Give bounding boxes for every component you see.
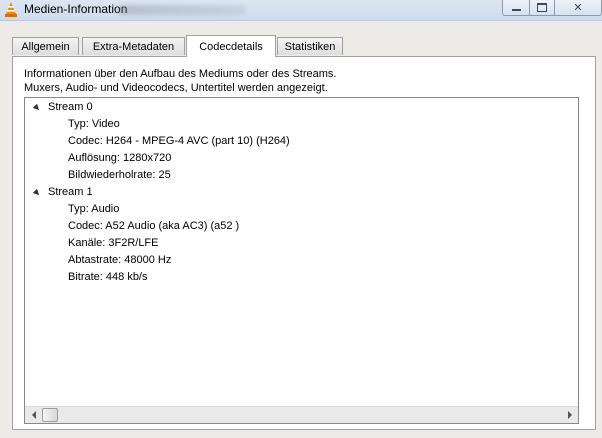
description-line: Informationen über den Aufbau des Medium… — [24, 68, 337, 80]
title-bar: Medien-Information ✕ — [0, 0, 602, 21]
close-icon: ✕ — [573, 1, 583, 14]
tab-label: Allgemein — [21, 40, 70, 53]
tree-item[interactable]: Typ: Audio — [68, 201, 119, 218]
scroll-right-button[interactable] — [561, 407, 578, 423]
description: Informationen über den Aufbau des Medium… — [24, 67, 336, 95]
expand-arrow-icon[interactable] — [32, 188, 42, 198]
scroll-right-icon — [567, 411, 572, 419]
codec-tree[interactable]: Stream 0 Typ: Video Codec: H264 - MPEG-4… — [24, 97, 579, 424]
minimize-button[interactable] — [502, 0, 530, 16]
tree-item[interactable]: Abtastrate: 48000 Hz — [68, 252, 171, 269]
tree-node-label: Stream 1 — [48, 186, 93, 198]
scrollbar-thumb[interactable] — [42, 408, 58, 422]
tab-label: Codecdetails — [199, 40, 263, 53]
expand-arrow-icon[interactable] — [32, 103, 42, 113]
window-title: Medien-Information — [24, 2, 128, 16]
close-button[interactable]: ✕ — [554, 0, 602, 16]
tree-node-label: Stream 0 — [48, 101, 93, 113]
tree-item[interactable]: Codec: A52 Audio (aka AC3) (a52 ) — [68, 218, 239, 235]
tab-statistiken[interactable]: Statistiken — [277, 37, 343, 55]
tab-label: Statistiken — [284, 40, 336, 53]
tree-item[interactable]: Typ: Video — [68, 116, 120, 133]
maximize-button[interactable] — [529, 0, 555, 16]
tab-allgemein[interactable]: Allgemein — [12, 37, 79, 55]
codec-details-panel: Informationen über den Aufbau des Medium… — [12, 56, 596, 430]
tab-extra-metadaten[interactable]: Extra-Metadaten — [82, 37, 185, 55]
tab-codecdetails[interactable]: Codecdetails — [186, 35, 276, 57]
minimize-icon — [511, 9, 521, 11]
vlc-cone-icon — [5, 2, 17, 17]
scroll-left-icon — [31, 411, 36, 419]
tree-item[interactable]: Kanäle: 3F2R/LFE — [68, 235, 159, 252]
tab-label: Extra-Metadaten — [92, 40, 175, 53]
horizontal-scrollbar[interactable] — [25, 406, 578, 423]
scroll-left-button[interactable] — [25, 407, 42, 423]
tree-item[interactable]: Codec: H264 - MPEG-4 AVC (part 10) (H264… — [68, 133, 290, 150]
tree-item[interactable]: Bitrate: 448 kb/s — [68, 269, 148, 286]
description-line: Muxers, Audio- und Videocodecs, Untertit… — [24, 82, 328, 94]
title-blur — [118, 5, 246, 15]
tree-item[interactable]: Bildwiederholrate: 25 — [68, 167, 171, 184]
maximize-icon — [537, 3, 547, 12]
tree-item[interactable]: Auflösung: 1280x720 — [68, 150, 171, 167]
